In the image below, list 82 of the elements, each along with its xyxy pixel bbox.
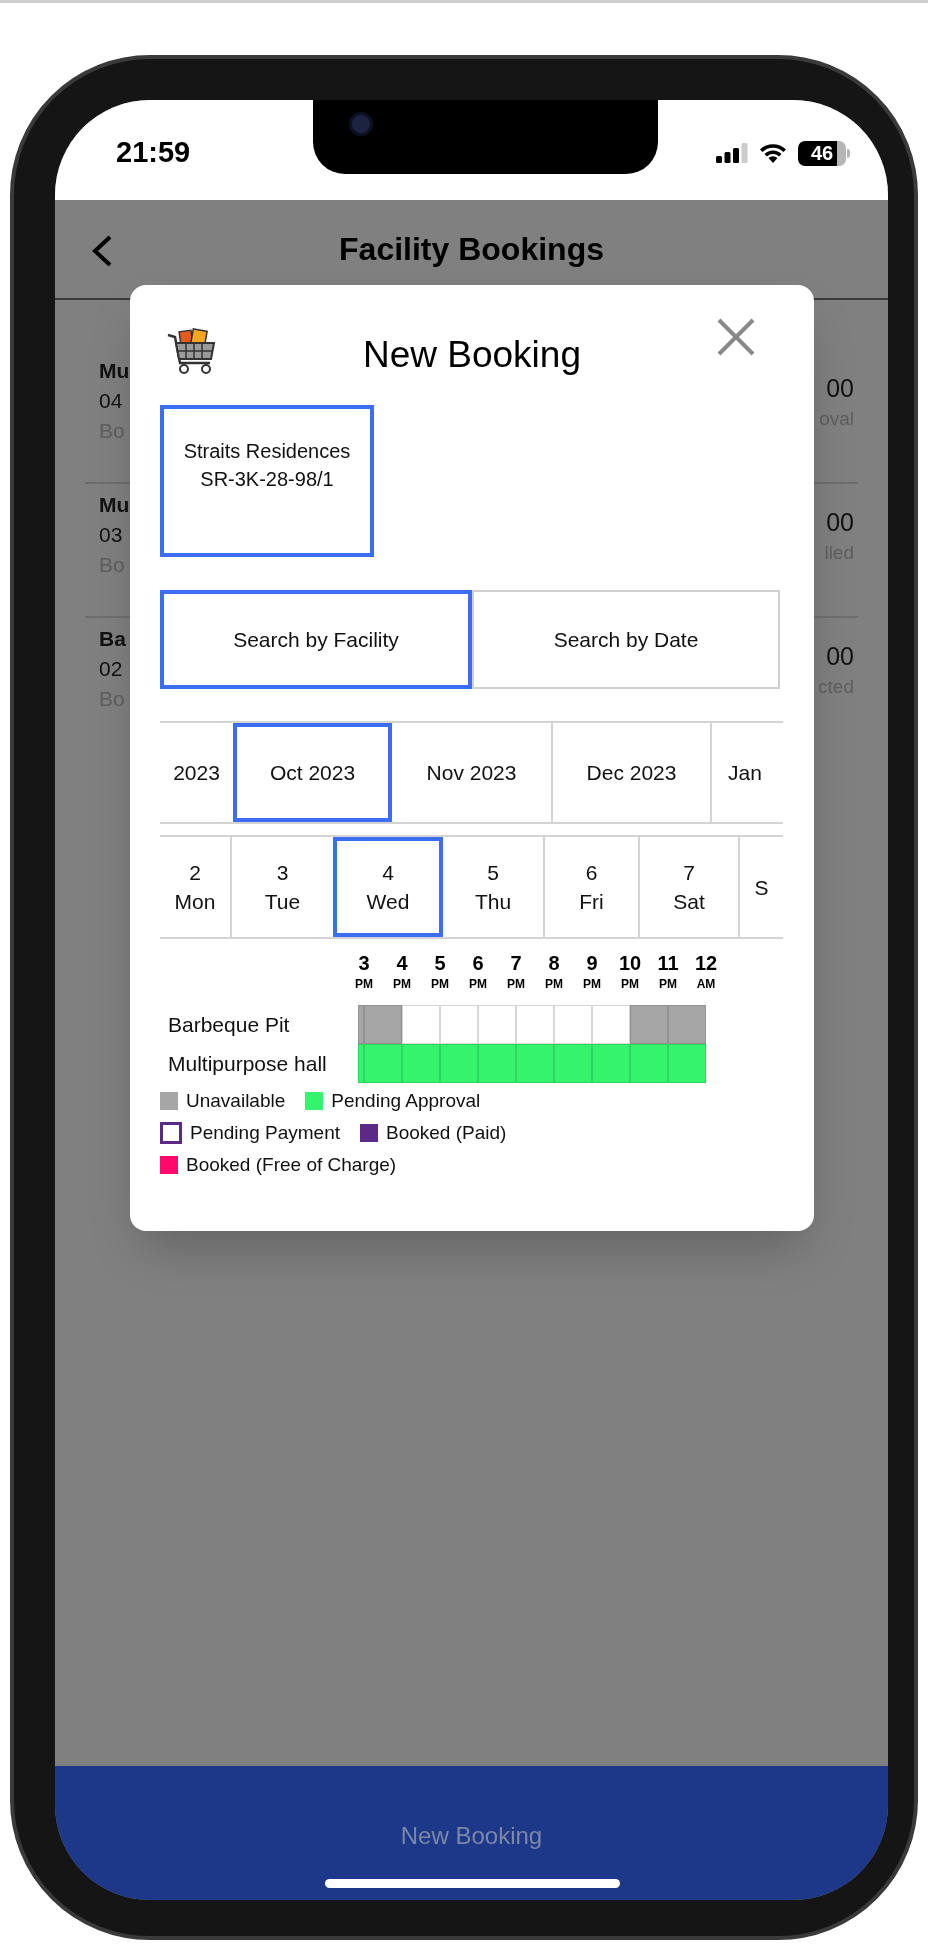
legend-label: Booked (Paid): [386, 1120, 507, 1145]
property-card[interactable]: Straits Residences SR-3K-28-98/1: [160, 405, 374, 557]
booking-name: Mu: [99, 492, 130, 518]
hour-label: 3: [358, 951, 370, 975]
pending-slot[interactable]: [440, 1044, 478, 1083]
period-label: PM: [659, 976, 677, 993]
status-time: 21:59: [116, 135, 191, 171]
pending-slot[interactable]: [630, 1044, 668, 1083]
month-tab[interactable]: Dec 2023: [551, 723, 710, 822]
month-tab[interactable]: Jan: [710, 723, 783, 822]
page-title: Facility Bookings: [339, 230, 604, 269]
wifi-icon: [758, 142, 788, 164]
hour-label: 7: [510, 951, 522, 975]
booking-date: 02: [99, 656, 124, 682]
hour-label: 12: [694, 951, 718, 975]
day-tab[interactable]: 5 Thu: [443, 837, 543, 937]
period-label: PM: [355, 976, 373, 993]
month-tab[interactable]: Oct 2023: [233, 723, 392, 822]
available-slot[interactable]: [554, 1005, 592, 1044]
hour-label: 5: [434, 951, 446, 975]
day-tab[interactable]: 4 Wed: [333, 837, 443, 937]
day-tab[interactable]: 6 Fri: [543, 837, 638, 937]
hour-label: 6: [472, 951, 484, 975]
unavailable-slot[interactable]: [630, 1005, 668, 1044]
pending-slot[interactable]: [516, 1044, 554, 1083]
unavailable-slot[interactable]: [364, 1005, 402, 1044]
legend-label: Booked (Free of Charge): [186, 1152, 397, 1177]
property-name: Straits Residences: [183, 439, 351, 464]
available-slot[interactable]: [478, 1005, 516, 1044]
dialog-title: New Booking: [363, 333, 581, 377]
available-slot[interactable]: [516, 1005, 554, 1044]
booking-amount: 00: [826, 641, 854, 672]
pending-slot[interactable]: [358, 1044, 364, 1083]
unavailable-slot[interactable]: [668, 1005, 706, 1044]
month-tab[interactable]: Nov 2023: [392, 723, 551, 822]
booking-date: 03: [99, 522, 124, 548]
hour-label: 10: [618, 951, 642, 975]
pending-slot[interactable]: [592, 1044, 630, 1083]
available-slot[interactable]: [592, 1005, 630, 1044]
booking-name: Mu: [99, 358, 130, 384]
hour-label: 8: [548, 951, 560, 975]
facility-name: Multipurpose hall: [167, 1050, 328, 1077]
unit-number: SR-3K-28-98/1: [200, 467, 334, 492]
pending-slot[interactable]: [554, 1044, 592, 1083]
shopping-cart-icon: [166, 325, 218, 377]
booking-amount: 00: [826, 373, 854, 404]
pending-slot[interactable]: [478, 1044, 516, 1083]
available-slot[interactable]: [440, 1005, 478, 1044]
hour-label: 11: [657, 951, 679, 975]
legend-label: Unavailable: [186, 1088, 286, 1113]
pending-slot[interactable]: [668, 1044, 706, 1083]
period-label: AM: [696, 976, 716, 993]
period-label: PM: [431, 976, 449, 993]
day-tab[interactable]: 3 Tue: [230, 837, 333, 937]
booking-amount: 00: [826, 507, 854, 538]
hour-label: 9: [586, 951, 598, 975]
signal-icon: [716, 143, 748, 163]
period-label: PM: [583, 976, 601, 993]
unavailable-slot[interactable]: [358, 1005, 364, 1044]
search-tab[interactable]: Search by Date: [472, 590, 780, 689]
battery-level: 46: [798, 140, 846, 166]
facility-name: Barbeque Pit: [167, 1011, 291, 1038]
period-label: PM: [621, 976, 639, 993]
back-icon[interactable]: [91, 235, 113, 267]
pending-slot[interactable]: [364, 1044, 402, 1083]
available-slot[interactable]: [402, 1005, 440, 1044]
legend-label: Pending Payment: [190, 1120, 340, 1145]
month-tab[interactable]: 2023: [160, 723, 233, 822]
period-label: PM: [469, 976, 487, 993]
booking-date: 04: [99, 388, 124, 414]
day-tab[interactable]: 7 Sat: [638, 837, 738, 937]
legend-label: Pending Approval: [331, 1088, 481, 1113]
booking-name: Ba: [99, 626, 126, 652]
day-tab[interactable]: 2 Mon: [160, 837, 230, 937]
search-tab[interactable]: Search by Facility: [160, 590, 472, 689]
period-label: PM: [545, 976, 563, 993]
day-tab[interactable]: S: [738, 837, 783, 937]
period-label: PM: [507, 976, 525, 993]
close-icon[interactable]: [716, 317, 756, 357]
hour-label: 4: [396, 951, 408, 975]
pending-slot[interactable]: [402, 1044, 440, 1083]
period-label: PM: [393, 976, 411, 993]
